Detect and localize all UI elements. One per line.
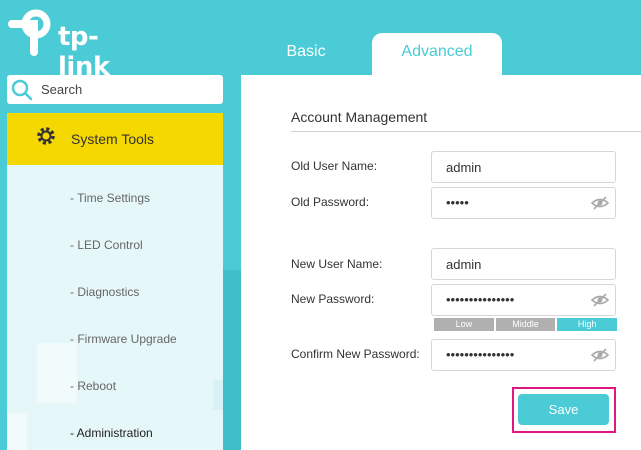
password-strength-meter: Low Middle High: [434, 318, 618, 331]
search-input[interactable]: Search: [7, 75, 223, 104]
old-user-name-label: Old User Name:: [291, 159, 378, 173]
strength-low: Low: [434, 318, 494, 331]
hide-password-icon[interactable]: [591, 292, 609, 308]
sidebar-decoration: [213, 380, 223, 410]
sidebar-decoration: [37, 343, 77, 403]
new-user-name-label: New User Name:: [291, 257, 383, 271]
tab-advanced[interactable]: Advanced: [372, 33, 502, 75]
old-password-label: Old Password:: [291, 195, 370, 209]
new-password-value: •••••••••••••••: [446, 292, 515, 307]
sidebar-item-reboot[interactable]: - Reboot: [70, 379, 116, 393]
new-user-name-value: admin: [446, 257, 482, 272]
tab-basic[interactable]: Basic: [252, 33, 360, 75]
old-user-name-value: admin: [446, 160, 482, 175]
sidebar-item-administration[interactable]: - Administration: [70, 426, 153, 440]
confirm-password-value: •••••••••••••••: [446, 347, 515, 362]
save-button[interactable]: Save: [518, 394, 609, 425]
search-placeholder: Search: [41, 82, 83, 97]
old-password-value: •••••: [446, 195, 469, 210]
hide-password-icon[interactable]: [591, 195, 609, 211]
title-divider: [291, 131, 641, 132]
old-user-name-field[interactable]: admin: [431, 151, 616, 183]
old-password-field[interactable]: •••••: [431, 187, 616, 219]
confirm-password-field[interactable]: •••••••••••••••: [431, 339, 616, 371]
sidebar-item-diagnostics[interactable]: - Diagnostics: [70, 285, 139, 299]
new-password-field[interactable]: •••••••••••••••: [431, 284, 616, 316]
confirm-password-label: Confirm New Password:: [291, 347, 420, 361]
logo-mark-icon: [8, 9, 51, 56]
new-password-label: New Password:: [291, 292, 375, 306]
sidebar-item-firmware-upgrade[interactable]: - Firmware Upgrade: [70, 332, 177, 346]
gear-icon: [37, 127, 55, 145]
logo-text: tp-link: [58, 22, 110, 82]
search-icon: [11, 79, 33, 101]
new-user-name-field[interactable]: admin: [431, 248, 616, 280]
sidebar-scrollbar[interactable]: [223, 270, 241, 450]
sidebar-item-time-settings[interactable]: - Time Settings: [70, 191, 150, 205]
sidebar-section-system-tools[interactable]: System Tools: [7, 113, 223, 165]
strength-high: High: [557, 318, 618, 331]
sidebar-section-label: System Tools: [71, 131, 154, 147]
sidebar-decoration: [7, 413, 27, 450]
page-title: Account Management: [291, 109, 428, 125]
strength-middle: Middle: [495, 318, 556, 331]
tp-link-logo: tp-link: [6, 8, 146, 82]
sidebar-item-led-control[interactable]: - LED Control: [70, 238, 143, 252]
hide-password-icon[interactable]: [591, 347, 609, 363]
